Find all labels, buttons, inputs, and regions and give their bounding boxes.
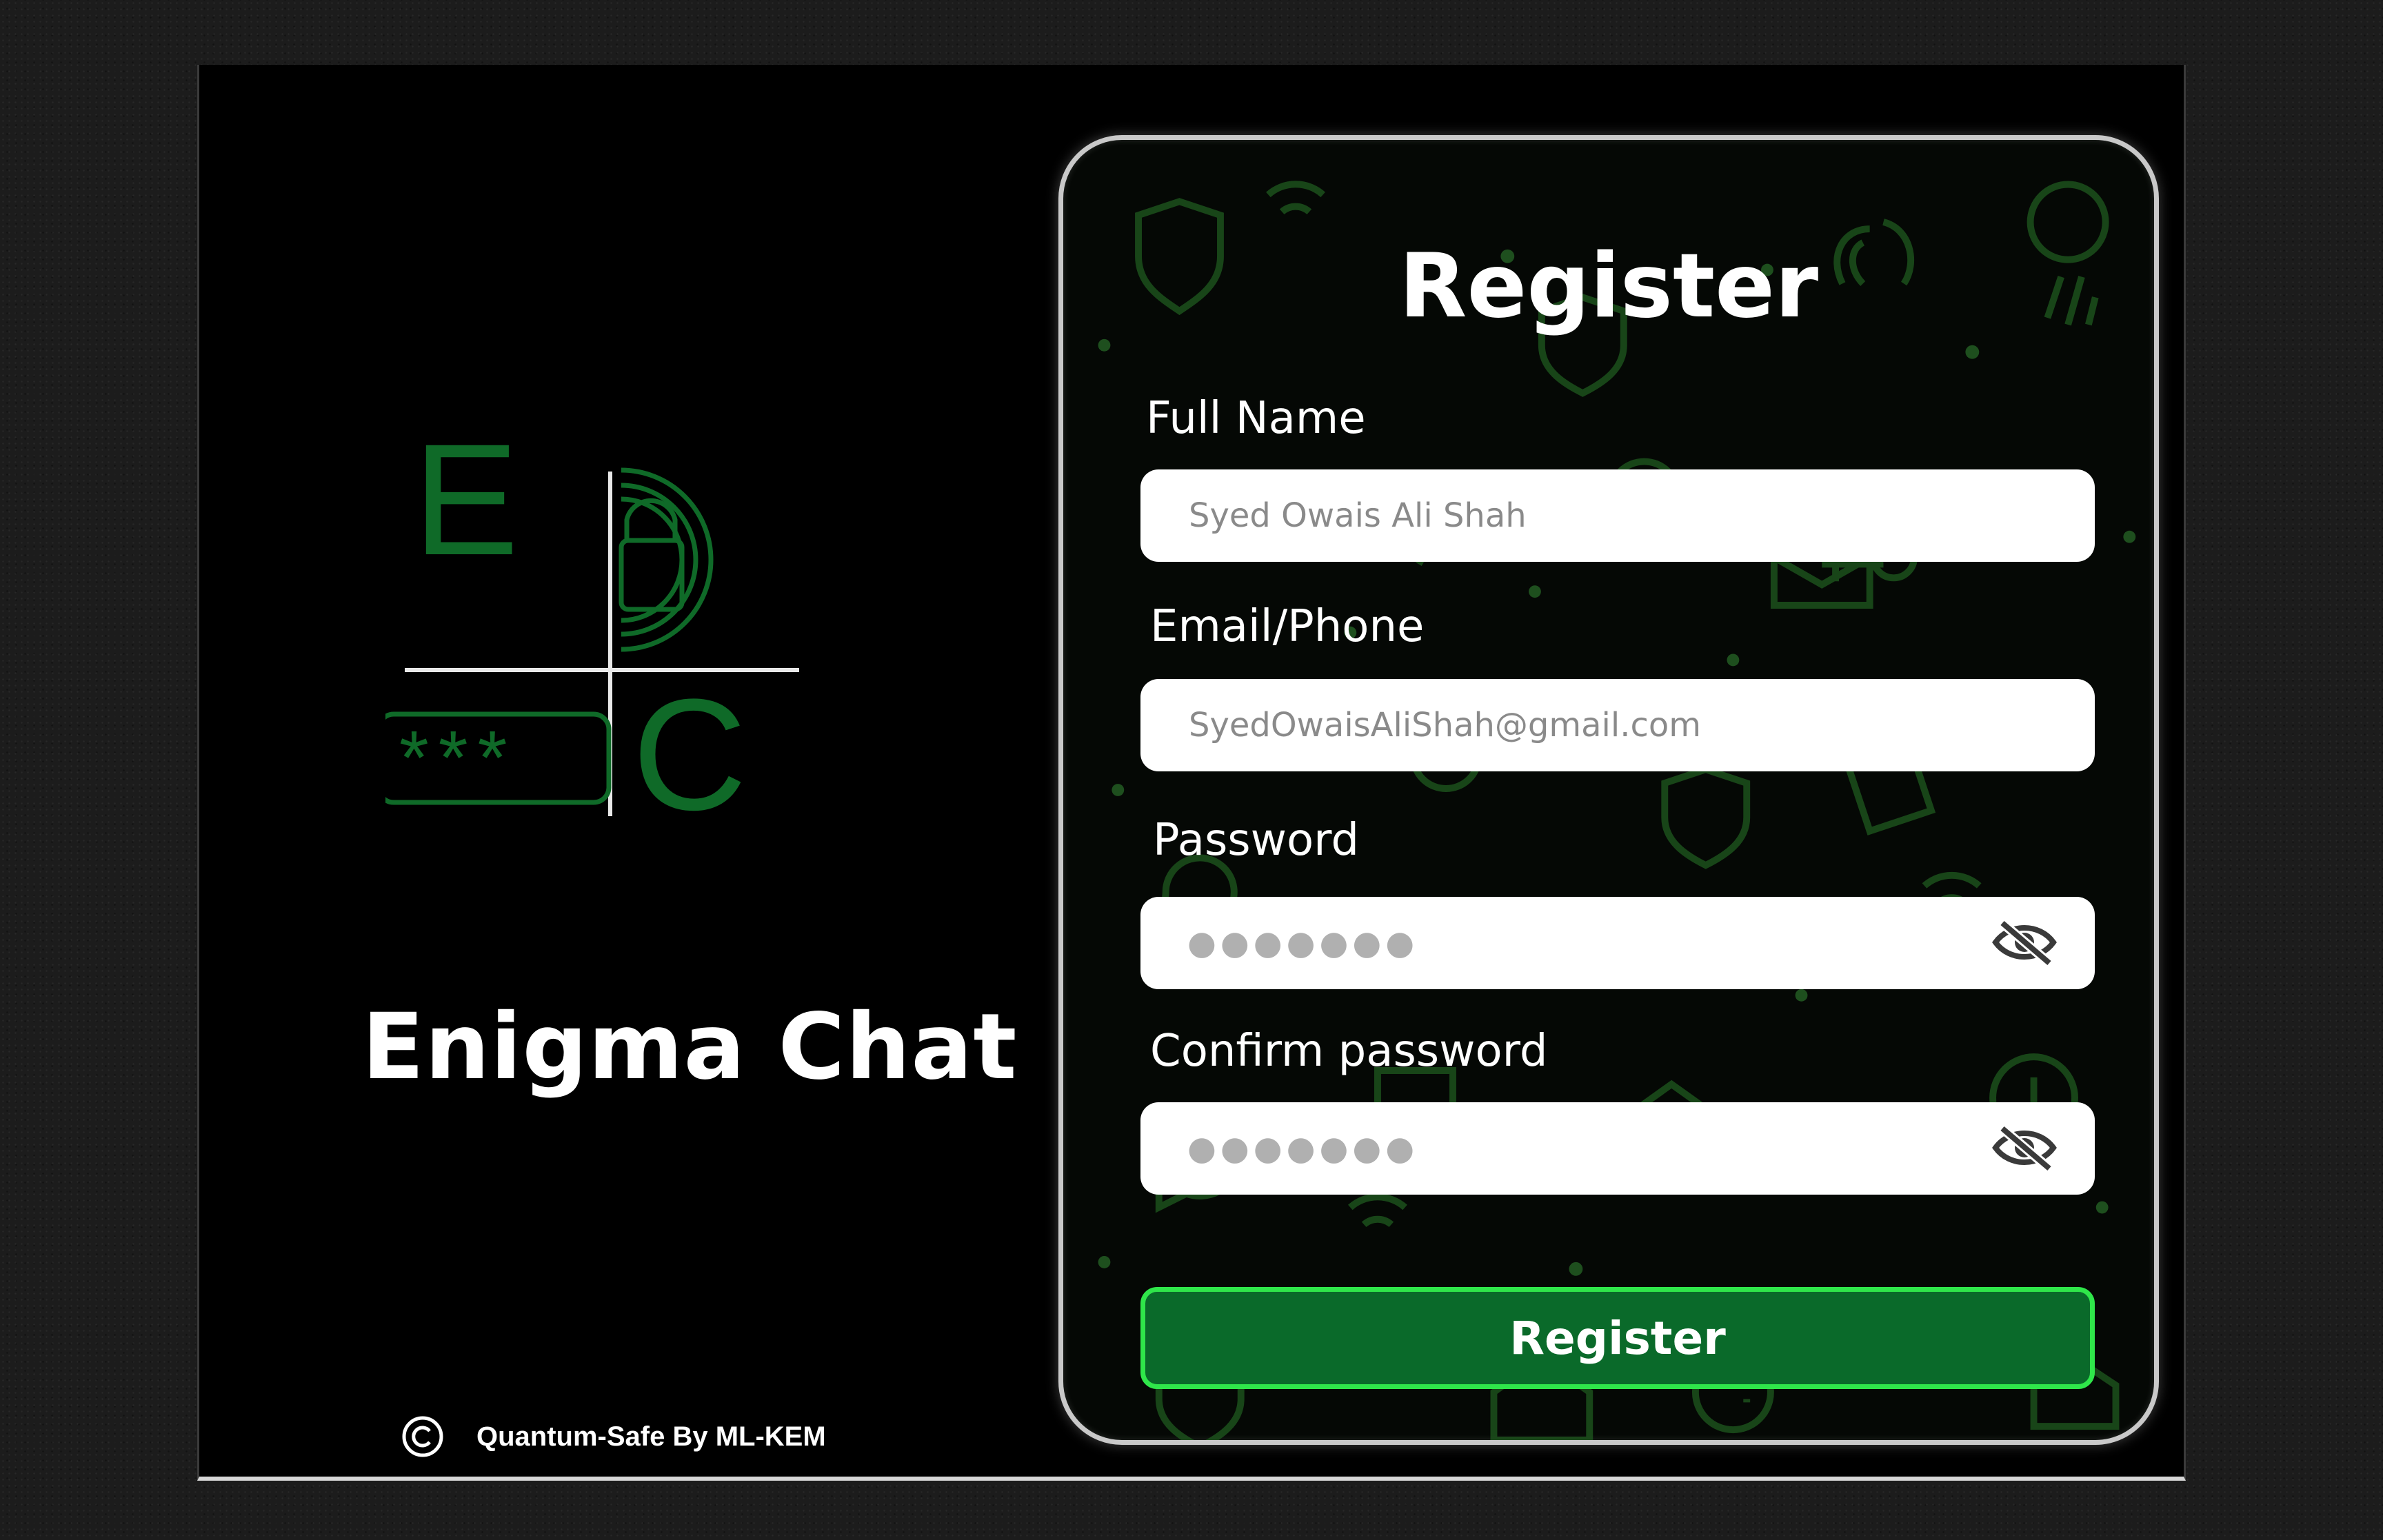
password-input[interactable]: ●●●●●●●	[1187, 924, 1418, 962]
eye-off-icon[interactable]	[1990, 918, 2059, 967]
app-window: E *** C Enigma Chat Quantum-Safe By ML-K…	[197, 65, 2186, 1481]
lock-icon	[619, 467, 714, 652]
register-title: Register	[1398, 235, 1819, 338]
full-name-field[interactable]	[1140, 469, 2095, 562]
register-card: Register Full Name Email/Phone Password …	[1058, 135, 2159, 1445]
footer-note: Quantum-Safe By ML-KEM	[401, 1409, 826, 1464]
logo-letter-c: C	[632, 666, 747, 816]
logo-letter-e: E	[413, 411, 519, 588]
password-field[interactable]: ●●●●●●●	[1140, 897, 2095, 989]
brand-title: Enigma Chat	[362, 994, 1018, 1100]
copyright-icon	[402, 1416, 443, 1457]
full-name-label: Full Name	[1146, 393, 1366, 444]
confirm-password-label: Confirm password	[1150, 1026, 1548, 1077]
eye-off-icon[interactable]	[1990, 1123, 2059, 1173]
enigma-chat-logo: E *** C	[385, 411, 799, 816]
footer-note-text: Quantum-Safe By ML-KEM	[476, 1421, 826, 1452]
confirm-password-input[interactable]: ●●●●●●●	[1187, 1129, 1418, 1168]
email-phone-label: Email/Phone	[1150, 601, 1425, 652]
register-button[interactable]: Register	[1140, 1287, 2095, 1389]
confirm-password-field[interactable]: ●●●●●●●	[1140, 1102, 2095, 1195]
password-label: Password	[1153, 815, 1359, 866]
email-phone-input[interactable]	[1187, 705, 2004, 745]
email-phone-field[interactable]	[1140, 679, 2095, 771]
logo-password-mask: ***	[399, 716, 516, 800]
full-name-input[interactable]	[1187, 496, 2004, 536]
